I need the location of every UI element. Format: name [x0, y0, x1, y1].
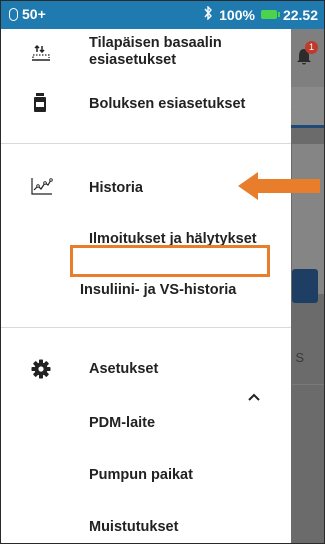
- menu-item-temp-basal-presets[interactable]: Tilapäisen basaalin esiasetukset: [1, 35, 291, 75]
- background-text: S: [295, 350, 304, 365]
- battery-percent: 100%: [219, 6, 255, 23]
- menu-item-label: Tilapäisen basaalin esiasetukset: [89, 35, 222, 68]
- notification-badge: 1: [305, 41, 318, 54]
- menu-divider: [1, 327, 291, 328]
- menu-item-label: Insuliini- ja VS-historia: [80, 282, 237, 298]
- menu-item-label: Muistutukset: [89, 519, 179, 535]
- clock: 22.52: [282, 6, 318, 23]
- menu-item-label: Pumpun paikat: [89, 467, 193, 483]
- arrow-left-icon: [238, 171, 320, 201]
- bell-icon: 1: [294, 41, 318, 67]
- chevron-up-icon[interactable]: [247, 389, 261, 401]
- menu-divider: [1, 143, 291, 144]
- background-tab: t: [288, 87, 324, 128]
- menu-item-label: Boluksen esiasetukset: [89, 96, 246, 112]
- menu-item-pump-sites[interactable]: Pumpun paikat: [1, 461, 291, 491]
- temp-basal-icon: [31, 44, 51, 66]
- menu-item-insulin-bg-history[interactable]: Insuliini- ja VS-historia: [1, 275, 291, 305]
- bolus-vial-icon: [33, 93, 47, 117]
- gear-icon: [31, 359, 51, 383]
- phone-screen: 50+ 100% 22.52 1 t S: [0, 0, 325, 544]
- menu-item-settings[interactable]: Asetukset: [1, 355, 291, 385]
- highlight-box: [70, 245, 270, 277]
- bluetooth-icon: [203, 5, 213, 23]
- status-bar: 50+ 100% 22.52: [1, 1, 324, 29]
- menu-item-pdm-device[interactable]: PDM-laite: [1, 409, 291, 439]
- history-chart-icon: [31, 177, 53, 199]
- battery-icon: [260, 10, 280, 19]
- menu-item-label: Historia: [89, 180, 143, 196]
- navigation-drawer: Tilapäisen basaalin esiasetukset Bolukse…: [1, 29, 291, 543]
- menu-item-bolus-presets[interactable]: Boluksen esiasetukset: [1, 89, 291, 119]
- background-divider: [292, 384, 324, 385]
- menu-item-reminders[interactable]: Muistutukset: [1, 513, 291, 543]
- pod-icon: [9, 7, 18, 21]
- pod-status-text: 50+: [22, 6, 46, 22]
- menu-item-label: Asetukset: [89, 361, 159, 377]
- menu-item-label: PDM-laite: [89, 415, 156, 431]
- background-button: [292, 269, 318, 303]
